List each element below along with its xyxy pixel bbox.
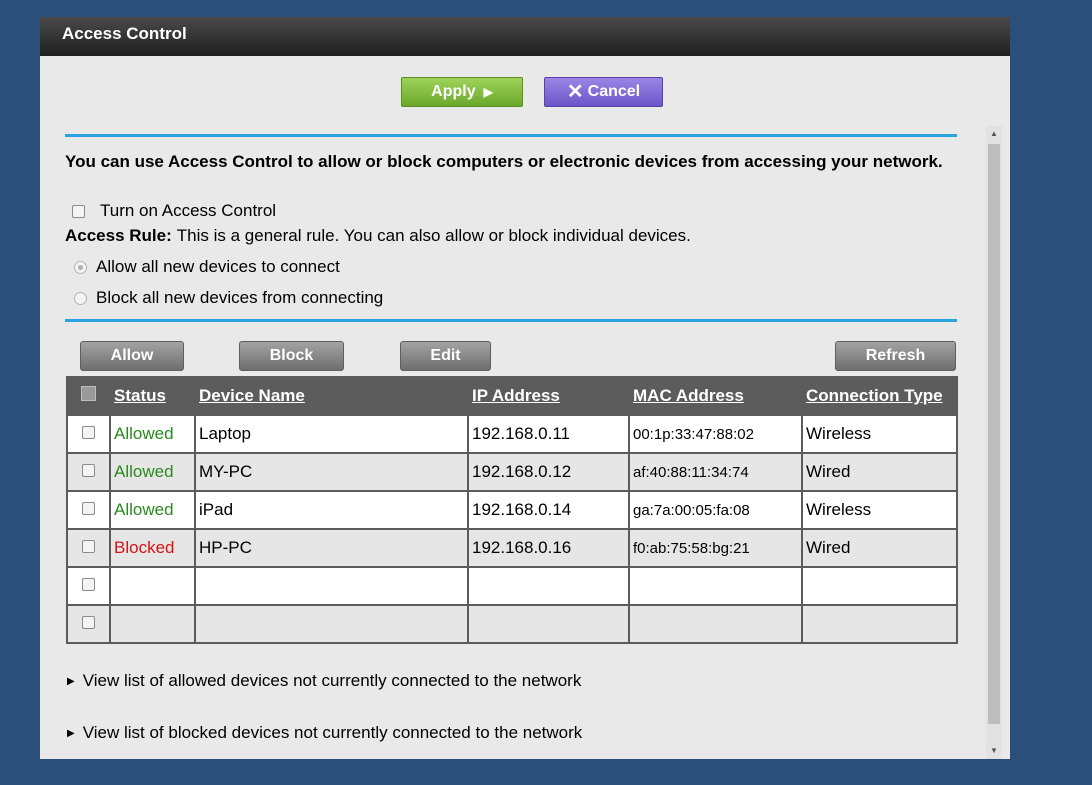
row-checkbox[interactable]: [82, 540, 95, 553]
allow-all-label: Allow all new devices to connect: [96, 257, 340, 276]
play-arrow-icon: ▶: [483, 85, 493, 99]
section-divider-bottom: [65, 319, 957, 322]
header-connection-type[interactable]: Connection Type: [801, 376, 958, 416]
allowed-devices-link[interactable]: ▶ View list of allowed devices not curre…: [67, 671, 581, 691]
vertical-scrollbar[interactable]: ▲ ▼: [986, 126, 1002, 759]
block-all-radio[interactable]: [74, 291, 87, 305]
rule-option-block[interactable]: Block all new devices from connecting: [74, 288, 383, 308]
scroll-thumb[interactable]: [988, 144, 1000, 724]
scroll-down-icon[interactable]: ▼: [986, 743, 1002, 759]
ip-address-cell: 192.168.0.12: [467, 452, 630, 492]
rule-option-allow[interactable]: Allow all new devices to connect: [74, 257, 340, 277]
table-row[interactable]: Allowed MY-PC 192.168.0.12 af:40:88:11:3…: [66, 452, 958, 492]
connection-type-cell: Wireless: [801, 414, 958, 454]
apply-button[interactable]: Apply ▶: [401, 77, 523, 107]
status-cell: Allowed: [109, 452, 196, 492]
connection-type-cell: Wired: [801, 528, 958, 568]
status-cell: Allowed: [109, 414, 196, 454]
mac-address-cell: ga:7a:00:05:fa:08: [628, 490, 803, 530]
edit-button[interactable]: Edit: [400, 341, 491, 371]
intro-text: You can use Access Control to allow or b…: [65, 152, 943, 171]
header-ip-address[interactable]: IP Address: [467, 376, 630, 416]
access-control-window: Access Control Apply ▶ ✕ Cancel You can …: [40, 17, 1010, 759]
scroll-up-icon[interactable]: ▲: [986, 126, 1002, 142]
status-cell: Blocked: [109, 528, 196, 568]
allowed-devices-link-label: View list of allowed devices not current…: [82, 671, 582, 690]
allow-all-radio[interactable]: [74, 260, 87, 274]
mac-address-cell: 00:1p:33:47:88:02: [628, 414, 803, 454]
row-checkbox[interactable]: [82, 616, 95, 629]
device-table: Status Device Name IP Address MAC Addres…: [66, 376, 958, 644]
status-cell: Allowed: [109, 490, 196, 530]
header-mac-address[interactable]: MAC Address: [628, 376, 803, 416]
access-rule-label: Access Rule:: [65, 226, 172, 245]
connection-type-cell: Wired: [801, 452, 958, 492]
header-status[interactable]: Status: [109, 376, 196, 416]
table-row-empty[interactable]: [66, 566, 958, 606]
select-all-cell: [66, 376, 111, 416]
close-icon: ✕: [566, 81, 584, 103]
row-checkbox[interactable]: [82, 578, 95, 591]
access-control-label: Turn on Access Control: [100, 201, 277, 220]
access-rule-row: Access Rule: This is a general rule. You…: [65, 226, 691, 246]
table-row[interactable]: Blocked HP-PC 192.168.0.16 f0:ab:75:58:b…: [66, 528, 958, 568]
mac-address-cell: f0:ab:75:58:bg:21: [628, 528, 803, 568]
device-name-cell: HP-PC: [194, 528, 469, 568]
window-title: Access Control: [40, 17, 1010, 56]
device-name-cell: iPad: [194, 490, 469, 530]
blocked-devices-link-label: View list of blocked devices not current…: [82, 723, 583, 742]
apply-label: Apply: [431, 83, 476, 100]
refresh-button[interactable]: Refresh: [835, 341, 956, 371]
section-divider-top: [65, 134, 957, 137]
table-row-empty[interactable]: [66, 604, 958, 644]
ip-address-cell: 192.168.0.14: [467, 490, 630, 530]
row-checkbox[interactable]: [82, 464, 95, 477]
device-name-cell: Laptop: [194, 414, 469, 454]
access-control-checkbox[interactable]: [72, 204, 85, 218]
blocked-devices-link[interactable]: ▶ View list of blocked devices not curre…: [67, 723, 582, 743]
mac-address-cell: af:40:88:11:34:74: [628, 452, 803, 492]
allow-button[interactable]: Allow: [80, 341, 184, 371]
expand-triangle-icon: ▶: [67, 727, 75, 739]
ip-address-cell: 192.168.0.11: [467, 414, 630, 454]
device-name-cell: MY-PC: [194, 452, 469, 492]
table-row[interactable]: Allowed iPad 192.168.0.14 ga:7a:00:05:fa…: [66, 490, 958, 530]
row-checkbox[interactable]: [82, 426, 95, 439]
block-all-label: Block all new devices from connecting: [96, 288, 384, 307]
access-control-toggle-row: Turn on Access Control: [72, 201, 276, 221]
table-row[interactable]: Allowed Laptop 192.168.0.11 00:1p:33:47:…: [66, 414, 958, 454]
cancel-label: Cancel: [587, 83, 641, 100]
connection-type-cell: Wireless: [801, 490, 958, 530]
block-button[interactable]: Block: [239, 341, 344, 371]
expand-triangle-icon: ▶: [67, 675, 75, 687]
cancel-button[interactable]: ✕ Cancel: [544, 77, 663, 107]
ip-address-cell: 192.168.0.16: [467, 528, 630, 568]
select-all-checkbox[interactable]: [81, 386, 96, 401]
row-checkbox[interactable]: [82, 502, 95, 515]
access-rule-description: This is a general rule. You can also all…: [176, 226, 691, 245]
header-device-name[interactable]: Device Name: [194, 376, 469, 416]
